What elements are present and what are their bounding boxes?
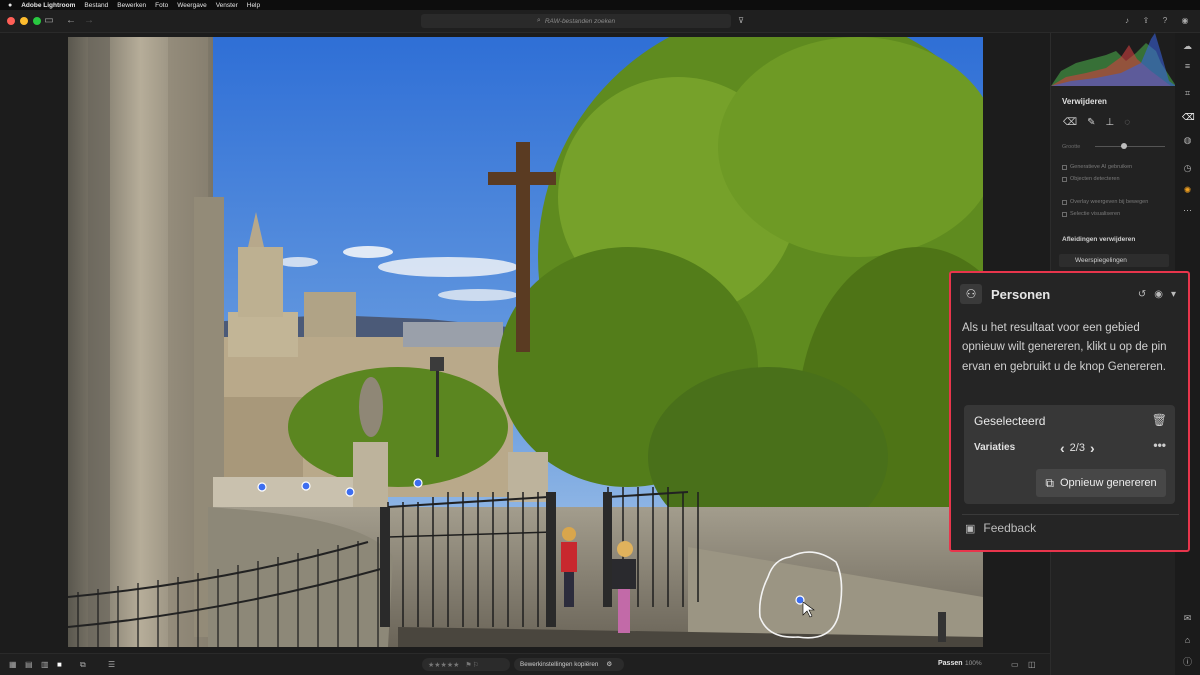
visibility-eye-icon[interactable]: ◉ [1154,289,1163,300]
edit-sliders-icon[interactable]: ≡ [1182,61,1193,72]
tag-icon[interactable]: ⌂ [1182,635,1193,646]
variation-navigator: ‹ 2/3 › [1060,440,1095,456]
lasso-icon[interactable]: ◌ [1124,117,1130,128]
reject-flag-icon[interactable]: ⚐ [473,661,479,669]
reflections-button[interactable]: Weerspiegelingen [1059,254,1169,267]
zoom-level[interactable]: 100% [965,660,982,667]
settings-gear-icon[interactable]: ⚙ [606,661,612,668]
menu-edit[interactable]: Bewerken [117,2,146,9]
regenerate-button[interactable]: ⧉ Opnieuw genereren [1036,469,1166,497]
people-icon: ⚇ [960,284,982,304]
grid-large-icon[interactable]: ▤ [25,660,33,669]
before-after-icon[interactable]: ▭ [1011,660,1019,669]
split-view-icon[interactable]: ◫ [1028,660,1036,669]
gen-ai-checkbox[interactable]: Generatieve AI gebruiken [1062,164,1132,170]
photo-preview[interactable] [68,37,983,647]
panel-title: Verwijderen [1062,97,1107,106]
zoom-window-button[interactable] [33,17,41,25]
comments-icon[interactable]: ✉ [1182,613,1193,624]
size-slider-track[interactable] [1095,146,1165,147]
distractions-heading: Afleidingen verwijderen [1062,236,1136,243]
histogram [1051,33,1176,86]
sort-icon[interactable]: ☰ [108,660,115,669]
more-icon[interactable]: ⋯ [1182,205,1193,216]
comment-icon: ▣ [965,522,976,535]
menu-help[interactable]: Help [247,2,260,9]
reset-icon[interactable]: ↺ [1138,289,1146,300]
back-arrow-icon[interactable]: ← [64,15,78,27]
feedback-button[interactable]: ▣ Feedback [965,521,1036,535]
menu-photo[interactable]: Foto [155,2,168,9]
search-input[interactable]: ⌕ RAW-bestanden zoeken [421,14,731,28]
filter-icon[interactable]: ⊽ [734,15,748,27]
mac-menubar: ● Adobe Lightroom Bestand Bewerken Foto … [0,0,1200,10]
size-slider-knob[interactable] [1121,143,1127,149]
account-icon[interactable]: ◉ [1178,15,1192,27]
history-icon[interactable]: ◷ [1182,163,1193,174]
trash-icon[interactable]: 🗑 [1152,413,1167,427]
photo-image [68,37,983,647]
top-toolbar: ▭ ← → ⌕ RAW-bestanden zoeken ⊽ ♪ ⇪ ? ◉ [0,10,1200,33]
forward-arrow-icon[interactable]: → [82,15,96,27]
slideshow-icon[interactable]: ⧉ [80,660,86,670]
regenerate-icon: ⧉ [1045,475,1054,490]
clone-stamp-icon[interactable]: ⊥ [1106,117,1115,128]
personen-title: Personen [991,287,1051,302]
menu-view[interactable]: Weergave [177,2,207,9]
show-overlay-checkbox[interactable]: Overlay weergeven bij bewegen [1062,199,1148,205]
fit-label[interactable]: Passen [938,660,963,667]
selected-card: Geselecteerd 🗑 Variaties ‹ 2/3 › ••• ⧉ O… [964,405,1175,504]
personen-panel: ⚇ Personen ↺ ◉ ▾ Als u het resultaat voo… [949,271,1190,552]
window-controls [7,17,41,25]
selected-title: Geselecteerd [974,414,1046,428]
menu-file[interactable]: Bestand [84,2,108,9]
sidebar-toggle-icon[interactable]: ▭ [42,15,56,27]
notifications-icon[interactable]: ♪ [1120,15,1134,27]
minimize-window-button[interactable] [20,17,28,25]
eraser-icon[interactable]: ⌫ [1063,117,1077,128]
search-placeholder: RAW-bestanden zoeken [544,17,616,25]
variations-label: Variaties [974,442,1016,453]
divider [962,514,1179,515]
remove-tools: ⌫ ✎ ⊥ ◌ [1063,117,1130,128]
chevron-right-icon[interactable]: › [1090,440,1095,456]
bottom-toolbar: ▦ ▤ ▥ ■ ⧉ ☰ ★★★★★ ⚑ ⚐ Bewerkinstellingen… [0,653,1050,675]
size-label: Grootte [1062,144,1081,150]
brush-icon[interactable]: ✎ [1087,117,1095,128]
menu-window[interactable]: Venster [216,2,238,9]
variation-counter: 2/3 [1069,442,1085,454]
single-view-icon[interactable]: ■ [57,660,62,669]
star-rating[interactable]: ★★★★★ ⚑ ⚐ [422,658,510,671]
search-icon: ⌕ [536,17,541,24]
chevron-left-icon[interactable]: ‹ [1060,440,1065,456]
apple-icon[interactable]: ● [8,2,12,9]
stars[interactable]: ★★★★★ [428,661,459,669]
cloud-icon[interactable]: ☁ [1182,41,1193,52]
info-icon[interactable]: ⓘ [1182,657,1193,668]
lightroom-window: ● Adobe Lightroom Bestand Bewerken Foto … [0,0,1200,675]
share-icon[interactable]: ⇪ [1139,15,1153,27]
remove-tool-icon[interactable]: ⌫ [1182,112,1195,123]
close-window-button[interactable] [7,17,15,25]
masking-icon[interactable]: ◍ [1182,135,1193,146]
grid-small-icon[interactable]: ▦ [9,660,17,669]
personen-description: Als u het resultaat voor een gebied opni… [962,322,1167,373]
copy-settings-button[interactable]: Bewerkinstellingen kopiëren ⚙ [514,658,624,671]
more-options-icon[interactable]: ••• [1153,438,1166,452]
presets-icon[interactable]: ✺ [1182,185,1193,196]
personen-header-actions: ↺ ◉ ▾ [1138,289,1176,300]
compare-icon[interactable]: ▥ [41,660,49,669]
help-icon[interactable]: ? [1158,15,1172,27]
visualize-selection-checkbox[interactable]: Selectie visualiseren [1062,211,1120,217]
flag-icon[interactable]: ⚑ [465,661,471,669]
menu-app-name[interactable]: Adobe Lightroom [21,2,75,9]
crop-icon[interactable]: ⌗ [1182,88,1193,99]
chevron-down-icon[interactable]: ▾ [1171,289,1176,300]
detect-objects-checkbox[interactable]: Objecten detecteren [1062,176,1120,182]
